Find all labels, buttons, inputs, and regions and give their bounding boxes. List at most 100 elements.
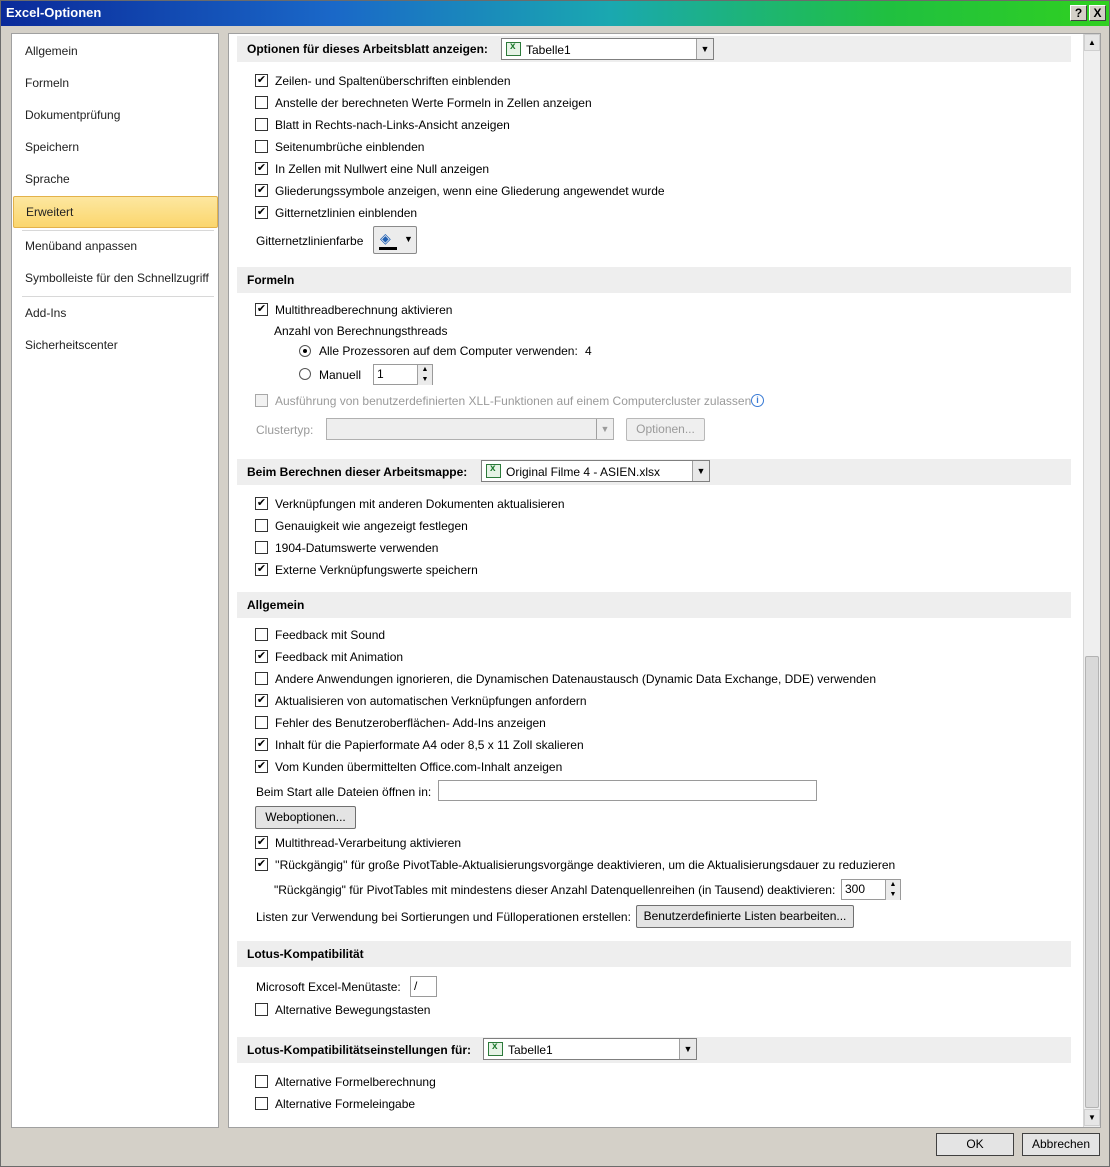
label-save-external-links: Externe Verknüpfungswerte speichern xyxy=(275,563,478,577)
nav-item-formeln[interactable]: Formeln xyxy=(12,67,218,99)
nav-item-erweitert[interactable]: Erweitert xyxy=(13,196,218,228)
checkbox-page-breaks[interactable] xyxy=(255,140,268,153)
window-title: Excel-Optionen xyxy=(6,5,102,20)
label-gridlines: Gitternetzlinien einblenden xyxy=(275,206,418,220)
close-button[interactable]: X xyxy=(1089,5,1106,21)
scroll-up-arrow-icon[interactable]: ▲ xyxy=(1084,34,1100,51)
ok-button[interactable]: OK xyxy=(936,1133,1014,1156)
checkbox-outline-symbols[interactable]: ✔ xyxy=(255,184,268,197)
section-general: Allgemein xyxy=(237,592,1071,618)
checkbox-show-zero[interactable]: ✔ xyxy=(255,162,268,175)
label-addin-errors: Fehler des Benutzeroberflächen- Add-Ins … xyxy=(275,716,546,730)
chevron-down-icon: ▼ xyxy=(404,234,413,244)
manual-threads-input[interactable]: 1 ▲ ▼ xyxy=(373,364,433,385)
radio-all-processors[interactable] xyxy=(299,345,311,357)
checkbox-1904-dates[interactable] xyxy=(255,541,268,554)
checkbox-ignore-dde[interactable] xyxy=(255,672,268,685)
nav-item-speichern[interactable]: Speichern xyxy=(12,131,218,163)
label-ask-update-links: Aktualisieren von automatischen Verknüpf… xyxy=(275,694,587,708)
nav-item-allgemein[interactable]: Allgemein xyxy=(12,35,218,67)
checkbox-precision-as-displayed[interactable] xyxy=(255,519,268,532)
cancel-button[interactable]: Abbrechen xyxy=(1022,1133,1100,1156)
scrollbar-thumb[interactable] xyxy=(1085,656,1099,1108)
section-title: Optionen für dieses Arbeitsblatt anzeige… xyxy=(247,42,488,56)
checkbox-xll-cluster[interactable] xyxy=(255,394,268,407)
checkbox-alt-formula-entry[interactable] xyxy=(255,1097,268,1110)
menu-key-value: / xyxy=(414,979,418,993)
web-options-button[interactable]: Weboptionen... xyxy=(255,806,356,829)
label-xll-cluster: Ausführung von benutzerdefinierten XLL-F… xyxy=(275,394,752,408)
checkbox-multithread-calc[interactable]: ✔ xyxy=(255,303,268,316)
checkbox-row-col-headers[interactable]: ✔ xyxy=(255,74,268,87)
checkbox-pivot-undo-large[interactable]: ✔ xyxy=(255,858,268,871)
excel-workbook-icon xyxy=(486,463,501,478)
nav-item-dokumentpruefung[interactable]: Dokumentprüfung xyxy=(12,99,218,131)
title-bar: Excel-Optionen ? X xyxy=(1,1,1109,26)
label-page-breaks: Seitenumbrüche einblenden xyxy=(275,140,425,154)
checkbox-gridlines[interactable]: ✔ xyxy=(255,206,268,219)
chevron-down-icon: ▼ xyxy=(692,461,709,481)
label-1904-dates: 1904-Datumswerte verwenden xyxy=(275,541,439,555)
startup-folder-input[interactable] xyxy=(438,780,817,801)
nav-item-sprache[interactable]: Sprache xyxy=(12,163,218,195)
label-rtl: Blatt in Rechts-nach-Links-Ansicht anzei… xyxy=(275,118,510,132)
checkbox-addin-errors[interactable] xyxy=(255,716,268,729)
checkbox-alt-navigation-keys[interactable] xyxy=(255,1003,268,1016)
spin-buttons[interactable]: ▲ ▼ xyxy=(885,880,900,900)
checkbox-office-content[interactable]: ✔ xyxy=(255,760,268,773)
edit-custom-lists-button[interactable]: Benutzerdefinierte Listen bearbeiten... xyxy=(636,905,854,928)
workbook-select[interactable]: Original Filme 4 - ASIEN.xlsx ▼ xyxy=(481,460,710,482)
sheet-select[interactable]: Tabelle1 ▼ xyxy=(501,38,714,60)
radio-manual[interactable] xyxy=(299,368,311,380)
label-show-formulas: Anstelle der berechneten Werte Formeln i… xyxy=(275,96,592,110)
section-title: Formeln xyxy=(247,273,295,287)
workbook-select-value: Original Filme 4 - ASIEN.xlsx xyxy=(506,465,661,479)
checkbox-save-external-links[interactable]: ✔ xyxy=(255,563,268,576)
section-title: Lotus-Kompatibilität xyxy=(247,947,364,961)
label-show-zero: In Zellen mit Nullwert eine Null anzeige… xyxy=(275,162,490,176)
worksheet-icon xyxy=(488,1041,503,1056)
checkbox-scale-paper[interactable]: ✔ xyxy=(255,738,268,751)
checkbox-multithread-processing[interactable]: ✔ xyxy=(255,836,268,849)
advanced-options-panel: Optionen für dieses Arbeitsblatt anzeige… xyxy=(228,33,1101,1128)
nav-item-schnellzugriff[interactable]: Symbolleiste für den Schnellzugriff xyxy=(12,262,218,294)
label-outline-symbols: Gliederungssymbole anzeigen, wenn eine G… xyxy=(275,184,665,198)
nav-item-addins[interactable]: Add-Ins xyxy=(12,297,218,329)
section-lotus: Lotus-Kompatibilität xyxy=(237,941,1071,967)
pivot-undo-rows-input[interactable]: 300 ▲ ▼ xyxy=(841,879,901,900)
checkbox-feedback-sound[interactable] xyxy=(255,628,268,641)
lotus-sheet-select-value: Tabelle1 xyxy=(508,1043,553,1057)
label-row-col-headers: Zeilen- und Spaltenüberschriften einblen… xyxy=(275,74,511,88)
nav-item-sicherheitscenter[interactable]: Sicherheitscenter xyxy=(12,329,218,361)
label-multithread-processing: Multithread-Verarbeitung aktivieren xyxy=(275,836,462,850)
nav-item-menueband[interactable]: Menüband anpassen xyxy=(12,230,218,262)
spin-buttons[interactable]: ▲ ▼ xyxy=(417,365,432,385)
vertical-scrollbar[interactable]: ▲ ▼ xyxy=(1083,34,1100,1127)
label-ignore-dde: Andere Anwendungen ignorieren, die Dynam… xyxy=(275,672,877,686)
cluster-type-select[interactable]: ▼ xyxy=(326,418,614,440)
checkbox-alt-formula-eval[interactable] xyxy=(255,1075,268,1088)
checkbox-ask-update-links[interactable]: ✔ xyxy=(255,694,268,707)
checkbox-rtl[interactable] xyxy=(255,118,268,131)
checkbox-update-links[interactable]: ✔ xyxy=(255,497,268,510)
label-menu-key: Microsoft Excel-Menütaste: xyxy=(256,980,401,994)
cluster-options-button[interactable]: Optionen... xyxy=(626,418,705,441)
label-update-links: Verknüpfungen mit anderen Dokumenten akt… xyxy=(275,497,565,511)
gridline-color-picker[interactable]: ◈ ▼ xyxy=(373,226,417,254)
category-nav: Allgemein Formeln Dokumentprüfung Speich… xyxy=(11,33,219,1128)
label-alt-navigation-keys: Alternative Bewegungstasten xyxy=(275,1003,431,1017)
chevron-down-icon: ▼ xyxy=(696,39,713,59)
scroll-down-arrow-icon[interactable]: ▼ xyxy=(1084,1109,1100,1126)
lotus-sheet-select[interactable]: Tabelle1 ▼ xyxy=(483,1038,697,1060)
label-all-processors: Alle Prozessoren auf dem Computer verwen… xyxy=(319,344,578,358)
chevron-down-icon: ▼ xyxy=(596,419,613,439)
excel-options-dialog: Excel-Optionen ? X Allgemein Formeln Dok… xyxy=(0,0,1110,1167)
checkbox-feedback-animation[interactable]: ✔ xyxy=(255,650,268,663)
label-pivot-undo-large: ''Rückgängig'' für große PivotTable-Aktu… xyxy=(275,858,896,872)
processor-count: 4 xyxy=(585,344,592,358)
label-startup-folder: Beim Start alle Dateien öffnen in: xyxy=(256,785,432,799)
help-button[interactable]: ? xyxy=(1070,5,1087,21)
checkbox-show-formulas[interactable] xyxy=(255,96,268,109)
menu-key-input[interactable]: / xyxy=(410,976,437,997)
label-gridline-color: Gitternetzlinienfarbe xyxy=(256,234,364,248)
